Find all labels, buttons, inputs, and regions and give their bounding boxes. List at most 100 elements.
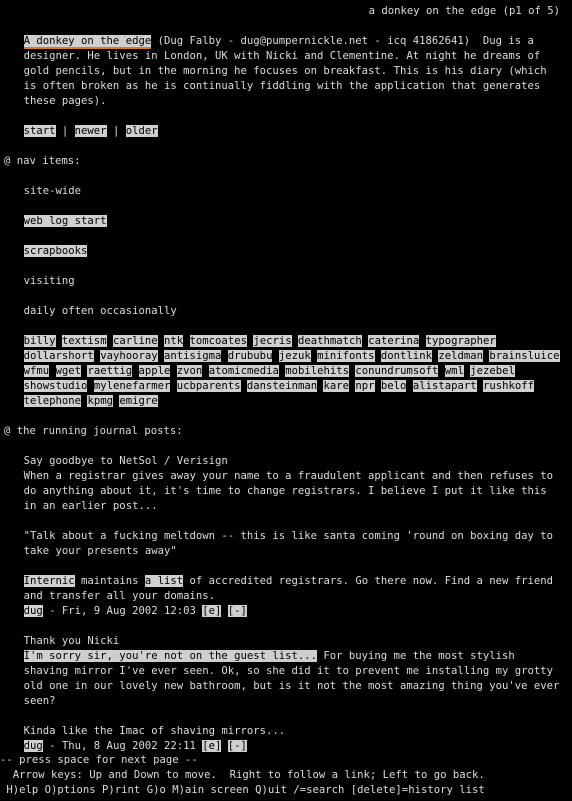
link[interactable]: ucbparents: [176, 380, 241, 392]
text-line: start | newer | older: [23, 124, 158, 139]
link[interactable]: dollarshort: [23, 350, 94, 362]
link[interactable]: zvon: [176, 365, 203, 377]
link[interactable]: kpmg: [87, 395, 113, 407]
link[interactable]: scrapbooks: [23, 245, 88, 257]
text-line: @ nav items:: [4, 154, 81, 169]
link[interactable]: [-]: [227, 605, 247, 617]
text-line: Say goodbye to NetSol / Verisign: [24, 454, 228, 469]
text-span: [375, 380, 381, 392]
link[interactable]: conundrumsoft: [355, 365, 439, 377]
text-span: (Dug Falby - dug@pumpernickle.net - icq …: [151, 35, 534, 47]
text-span: do anything about it, it's time to chang…: [23, 485, 547, 497]
link[interactable]: antisigma: [164, 350, 222, 362]
text-span: and transfer all your domains.: [23, 590, 215, 602]
link[interactable]: showstudio: [23, 380, 88, 392]
link[interactable]: wget: [55, 365, 82, 377]
link[interactable]: a list: [144, 575, 184, 587]
link[interactable]: brainsluice: [489, 350, 560, 362]
link[interactable]: [-]: [227, 740, 247, 752]
link[interactable]: deathmatch: [298, 335, 362, 347]
link[interactable]: npr: [355, 380, 375, 392]
text-line: When a registrar gives away your name to…: [24, 469, 553, 484]
link[interactable]: typographer: [425, 335, 496, 347]
link[interactable]: A donkey on the edge: [23, 35, 152, 49]
link[interactable]: carline: [112, 335, 158, 347]
text-line: daily often occasionally: [24, 304, 177, 319]
text-line: telephone kpmg emigre: [23, 394, 158, 409]
text-line: wfmu wget raettig apple zvon atomicmedia…: [23, 364, 515, 379]
text-line: billy textism carline ntk tomcoates jecr…: [23, 334, 496, 349]
link[interactable]: emigre: [119, 395, 158, 407]
text-line: Thank you Nicki: [24, 634, 120, 649]
text-span: [170, 380, 176, 392]
text-span: is often broken as he is continually fid…: [23, 80, 541, 92]
text-line: Internic maintains a list of accredited …: [23, 574, 554, 589]
link[interactable]: telephone: [23, 395, 82, 407]
help-line: Arrow keys: Up and Down to move. Right t…: [0, 769, 485, 781]
link[interactable]: mylenefarmer: [93, 380, 171, 392]
link[interactable]: alistapart: [412, 380, 477, 392]
link[interactable]: [e]: [202, 740, 222, 752]
link[interactable]: apple: [138, 365, 171, 377]
link[interactable]: dug: [23, 740, 43, 752]
link[interactable]: web log start: [23, 215, 107, 227]
text-line: visiting: [24, 274, 75, 289]
text-line: A donkey on the edge (Dug Falby - dug@pu…: [23, 34, 534, 49]
text-span: take your presents away": [23, 545, 177, 557]
text-span: shaving mirror I've ever seen. Ok, so sh…: [23, 665, 554, 677]
text-span: [87, 380, 93, 392]
link[interactable]: caterina: [368, 335, 420, 347]
link[interactable]: dug: [23, 605, 43, 617]
link[interactable]: I'm sorry sir, you're not on the guest l…: [23, 650, 318, 662]
text-span: these pages).: [23, 95, 107, 107]
text-span: maintains: [74, 575, 145, 587]
text-span: |: [55, 125, 75, 137]
text-line: web log start: [23, 214, 107, 229]
text-span: [56, 335, 62, 347]
link[interactable]: atomicmedia: [208, 365, 279, 377]
text-line: dug - Fri, 9 Aug 2002 12:03 [e] [-]: [23, 604, 247, 619]
link[interactable]: jezebel: [470, 365, 515, 377]
link[interactable]: belo: [380, 380, 407, 392]
link[interactable]: wml: [444, 365, 464, 377]
text-span: visiting: [23, 275, 75, 287]
link[interactable]: newer: [74, 125, 107, 137]
link[interactable]: dontlink: [380, 350, 432, 362]
text-span: Say goodbye to NetSol / Verisign: [23, 455, 228, 467]
text-line: in an earlier post...: [24, 499, 158, 514]
link[interactable]: [e]: [202, 605, 222, 617]
text-line: "Talk about a fucking meltdown -- this i…: [24, 529, 553, 544]
link[interactable]: minifonts: [317, 350, 375, 362]
link[interactable]: vayhooray: [100, 350, 158, 362]
link[interactable]: raettig: [87, 365, 133, 377]
text-span: Kinda like the Imac of shaving mirrors..…: [23, 725, 286, 737]
link[interactable]: ntk: [164, 335, 184, 347]
text-span: [183, 335, 189, 347]
link[interactable]: Internic: [23, 575, 75, 587]
text-span: [406, 380, 412, 392]
link[interactable]: older: [125, 125, 158, 137]
link[interactable]: wfmu: [23, 365, 50, 377]
link[interactable]: mobilehits: [285, 365, 350, 377]
text-span: old one in our lovely new bathroom, but …: [23, 680, 560, 692]
link[interactable]: tomcoates: [189, 335, 247, 347]
link[interactable]: jecris: [253, 335, 292, 347]
link[interactable]: kare: [323, 380, 349, 392]
link[interactable]: zeldman: [438, 350, 483, 362]
text-span: [221, 350, 227, 362]
link[interactable]: rushkoff: [483, 380, 535, 392]
text-line: scrapbooks: [23, 244, 88, 259]
text-span: [375, 350, 381, 362]
link[interactable]: drububu: [227, 350, 273, 362]
link[interactable]: dansteinman: [246, 380, 318, 392]
text-span: [132, 365, 138, 377]
keys-line: H)elp O)ptions P)rint G)o M)ain screen Q…: [0, 784, 485, 796]
text-span: site-wide: [23, 185, 82, 197]
link[interactable]: billy: [23, 335, 56, 347]
text-span: daily often occasionally: [23, 305, 177, 317]
text-span: "Talk about a fucking meltdown -- this i…: [23, 530, 554, 542]
text-span: of accredited registrars. Go there now. …: [183, 575, 554, 587]
link[interactable]: textism: [61, 335, 107, 347]
link[interactable]: jezuk: [278, 350, 311, 362]
link[interactable]: start: [23, 125, 56, 137]
